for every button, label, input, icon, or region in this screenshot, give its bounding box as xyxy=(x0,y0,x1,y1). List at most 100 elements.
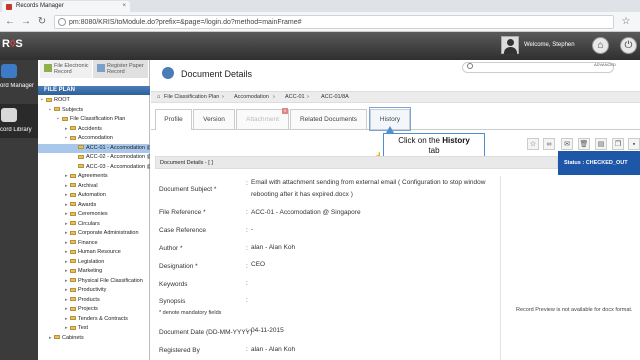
tree-node[interactable]: ▸ Agreements xyxy=(38,172,150,182)
search-icon[interactable] xyxy=(467,63,473,69)
breadcrumb-item[interactable]: Accomodation xyxy=(234,94,269,100)
home-icon[interactable]: ⌂ xyxy=(592,37,609,54)
tree-node[interactable]: ▪ ROOT xyxy=(38,96,150,106)
star-icon[interactable]: ☆ xyxy=(620,16,632,28)
close-tab-icon[interactable]: × xyxy=(122,1,126,12)
file-plan-tree: ▪ ROOT ▪ Subjects ▪ File Classification Plan ▸… xyxy=(38,96,150,343)
tree-node[interactable]: ▪ Subjects xyxy=(38,106,150,116)
folder-icon xyxy=(70,287,76,292)
breadcrumb-sep: › xyxy=(307,94,309,100)
tree-node[interactable]: ▸ Test xyxy=(38,324,150,334)
tree-node-label: Physical File Classification xyxy=(78,277,143,284)
folder-icon xyxy=(70,173,76,178)
tree-node[interactable]: ▸ Circulars xyxy=(38,220,150,230)
advanced-search-link[interactable]: ADVANCED xyxy=(594,62,616,67)
document-date-label: Document Date (DD-MM-YYYY) xyxy=(159,329,253,336)
link-icon[interactable]: ∞ xyxy=(543,138,555,150)
case-reference-value: - xyxy=(251,226,254,233)
tree-node[interactable]: ▸ Archival xyxy=(38,182,150,192)
more-icon[interactable]: ▪ xyxy=(628,138,640,150)
email-icon[interactable]: ✉ xyxy=(561,138,573,150)
registered-by-value: alan - Alan Koh xyxy=(251,346,296,353)
reload-icon[interactable]: ↻ xyxy=(36,16,48,28)
back-icon[interactable]: ← xyxy=(4,16,16,28)
folder-icon xyxy=(78,164,84,169)
tree-node[interactable]: ▸ Finance xyxy=(38,239,150,249)
tree-node[interactable]: ACC-01 - Accomodation @ xyxy=(38,143,150,153)
forward-icon[interactable]: → xyxy=(20,16,32,28)
power-icon[interactable]: ⏻ xyxy=(620,37,637,54)
mandatory-note: * denote mandatory fields xyxy=(159,310,222,316)
folder-icon xyxy=(70,325,76,330)
tree-node[interactable]: ▸ Automation xyxy=(38,191,150,201)
favorite-icon[interactable]: ☆ xyxy=(527,138,539,150)
search-input[interactable] xyxy=(462,62,614,73)
tree-node[interactable]: ▪ Accomodation xyxy=(38,134,150,144)
tree-node-label: Accomodation xyxy=(78,135,113,141)
callout-pointer xyxy=(386,126,394,133)
folder-icon xyxy=(70,259,76,264)
avatar[interactable] xyxy=(501,36,519,54)
tree-node-label: Archival xyxy=(78,182,98,189)
folder-icon xyxy=(78,154,84,159)
registered-by-label: Registered By xyxy=(159,347,200,354)
folder-icon xyxy=(70,183,76,188)
tree-node[interactable]: ▸ Ceremonies xyxy=(38,210,150,220)
tree-node[interactable]: ▸ Human Resource xyxy=(38,248,150,258)
tree-node-label: ACC-02 - Accomodation @ xyxy=(86,154,150,160)
tree-node[interactable]: ▸ Physical File Classification xyxy=(38,277,150,287)
preview-divider xyxy=(500,176,501,360)
tree-node-label: Cabinets xyxy=(62,334,84,341)
folder-icon xyxy=(70,221,76,226)
welcome-text: Welcome, Stephen xyxy=(524,42,575,48)
tab-register-paper-record[interactable]: Register Paper Record xyxy=(93,60,148,78)
delete-icon[interactable]: 🗑 xyxy=(578,138,590,150)
document-date-value: 04-11-2015 xyxy=(251,327,284,334)
tab-version[interactable]: Version xyxy=(193,109,235,129)
tree-node[interactable]: ACC-03 - Accomodation @ xyxy=(38,163,150,173)
breadcrumb-sep: › xyxy=(273,94,275,100)
tree-node[interactable]: ▸ Productivity xyxy=(38,286,150,296)
home-icon[interactable]: ⌂ xyxy=(157,94,160,100)
paper-icon xyxy=(97,64,105,72)
info-icon[interactable] xyxy=(58,18,66,26)
tree-node-label: Circulars xyxy=(78,220,100,227)
tree-node[interactable]: ▸ Products xyxy=(38,296,150,306)
tree-node-label: Products xyxy=(78,296,100,303)
tutorial-callout: Click on the History tab xyxy=(383,133,485,158)
tree-node[interactable]: ▸ Legislation xyxy=(38,258,150,268)
settings-gear-icon xyxy=(162,67,174,79)
browser-tab[interactable]: Records Manager × xyxy=(2,1,130,12)
tree-node[interactable]: ▪ File Classification Plan xyxy=(38,115,150,125)
file-plan-header: FILE PLAN xyxy=(38,86,150,95)
breadcrumb-item[interactable]: ACC-01/8A xyxy=(321,94,349,100)
breadcrumb-item[interactable]: ACC-01 xyxy=(285,94,305,100)
records-manager-icon xyxy=(1,64,17,78)
tree-node[interactable]: ▸ Tenders & Contracts xyxy=(38,315,150,325)
rail-item-records-manager[interactable]: ord Manager xyxy=(0,60,38,94)
tree-node-label: Accidents xyxy=(78,125,102,132)
folder-icon xyxy=(46,97,52,102)
tab-profile[interactable]: Profile xyxy=(155,109,192,130)
tab-file-electronic-record[interactable]: File Electronic Record xyxy=(40,60,92,78)
url-input[interactable]: pm:8080/KRIS/toModule.do?prefix=&page=/l… xyxy=(54,15,614,29)
tree-node[interactable]: ▸ Marketing xyxy=(38,267,150,277)
tree-node[interactable]: ▸ Accidents xyxy=(38,125,150,135)
subject-label: Document Subject * xyxy=(159,186,217,193)
folder-icon xyxy=(70,230,76,235)
tree-node[interactable]: ▸ Corporate Administration xyxy=(38,229,150,239)
tree-node[interactable]: ▸ Cabinets xyxy=(38,334,150,344)
subject-value: Email with attachment sending from exter… xyxy=(251,179,486,198)
tree-node[interactable]: ▸ Projects xyxy=(38,305,150,315)
copy-icon[interactable]: ❐ xyxy=(612,138,624,150)
rail-item-record-library[interactable]: cord Library xyxy=(0,104,38,138)
folder-icon xyxy=(70,126,76,131)
document-icon[interactable]: ▤ xyxy=(595,138,607,150)
tree-node[interactable]: ACC-02 - Accomodation @ xyxy=(38,153,150,163)
tree-node[interactable]: ▸ Awards xyxy=(38,201,150,211)
url-text: pm:8080/KRIS/toModule.do?prefix=&page=/l… xyxy=(69,19,302,26)
tree-node-label: Human Resource xyxy=(78,249,121,255)
designation-label: Designation * xyxy=(159,263,198,270)
tab-related-documents[interactable]: Related Documents xyxy=(290,109,367,129)
breadcrumb-item[interactable]: File Classification Plan xyxy=(164,94,219,100)
